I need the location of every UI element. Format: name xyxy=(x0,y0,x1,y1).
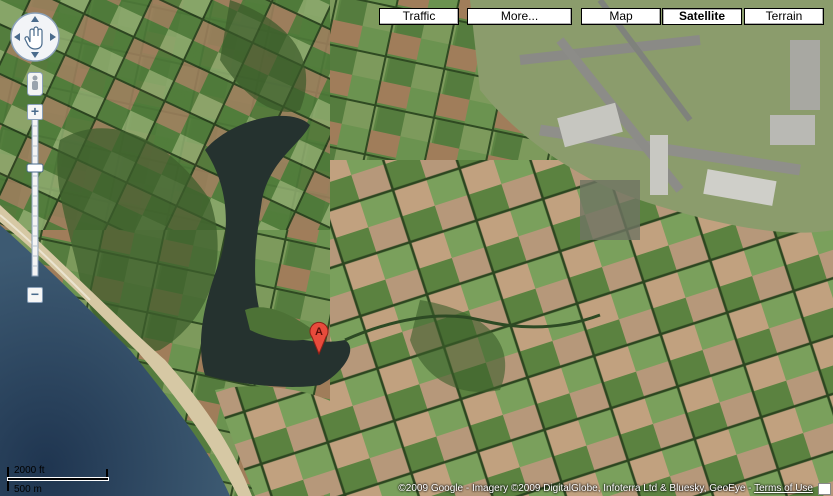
scale-imperial-label: 2000 ft xyxy=(14,465,45,476)
zoom-slider-thumb xyxy=(26,163,44,173)
pan-compass-icon[interactable] xyxy=(9,11,61,63)
map-viewport[interactable]: A Traffic More... Map Satellite Terrain xyxy=(0,0,833,496)
copyright-text: ©2009 Google - Imagery ©2009 DigitalGlob… xyxy=(398,483,755,494)
overview-map-toggle-icon[interactable] xyxy=(818,483,831,495)
location-marker-a[interactable]: A xyxy=(308,319,330,355)
scale-bar: 2000 ft 500 m xyxy=(7,465,117,495)
satellite-imagery[interactable] xyxy=(0,0,833,496)
map-type-satellite-button[interactable]: Satellite xyxy=(662,8,742,25)
zoom-out-button[interactable]: − xyxy=(27,287,43,303)
scale-metric-label: 500 m xyxy=(14,484,42,495)
traffic-button[interactable]: Traffic xyxy=(379,8,459,25)
marker-label: A xyxy=(315,326,323,338)
more-button[interactable]: More... xyxy=(467,8,572,25)
terms-of-use-link[interactable]: Terms of Use xyxy=(754,483,813,494)
map-type-terrain-button[interactable]: Terrain xyxy=(744,8,824,25)
copyright-notice: ©2009 Google - Imagery ©2009 DigitalGlob… xyxy=(398,483,813,494)
map-type-map-button[interactable]: Map xyxy=(581,8,661,25)
zoom-in-button[interactable]: + xyxy=(27,104,43,120)
